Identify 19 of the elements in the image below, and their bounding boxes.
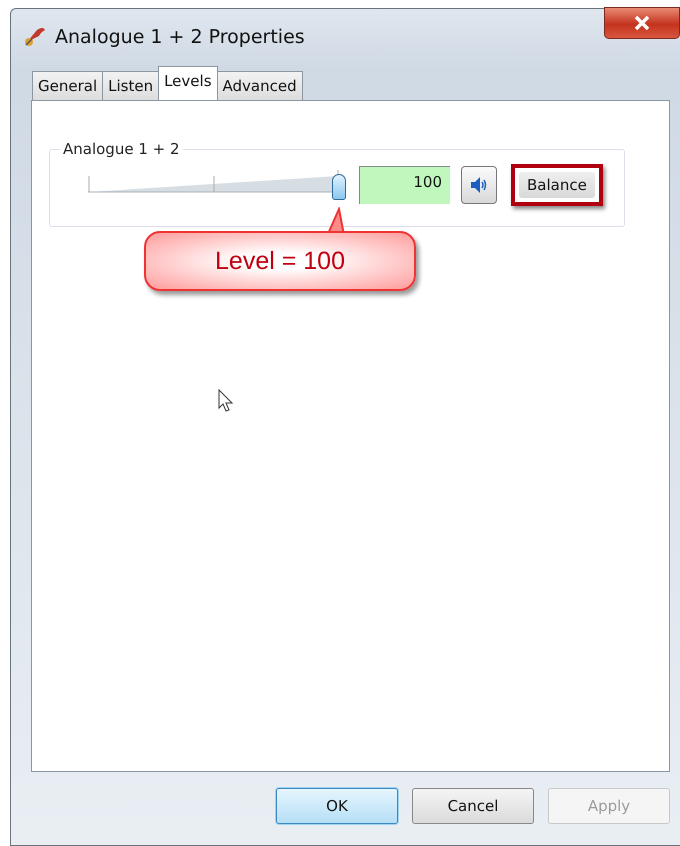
tab[interactable]: Listen xyxy=(102,71,160,100)
cursor-icon xyxy=(218,389,234,413)
callout-text: Level = 100 xyxy=(215,246,345,276)
slider-thumb[interactable] xyxy=(332,174,346,200)
balance-button[interactable]: Balance xyxy=(519,172,595,198)
mute-button[interactable] xyxy=(461,166,497,204)
close-button[interactable] xyxy=(604,7,680,39)
tab[interactable]: Levels xyxy=(158,66,218,100)
window-title: Analogue 1 + 2 Properties xyxy=(55,26,305,48)
close-icon xyxy=(633,15,651,31)
volume-slider[interactable] xyxy=(88,168,348,202)
speaker-brush-icon xyxy=(23,26,47,48)
tab[interactable]: Advanced xyxy=(216,71,303,100)
group-label: Analogue 1 + 2 xyxy=(60,140,183,158)
level-field[interactable]: 100 xyxy=(359,166,450,204)
tab[interactable]: General xyxy=(32,71,104,100)
dialog-button[interactable]: Cancel xyxy=(412,788,534,824)
speaker-icon xyxy=(469,175,489,195)
dialog-button[interactable]: OK xyxy=(276,788,398,824)
